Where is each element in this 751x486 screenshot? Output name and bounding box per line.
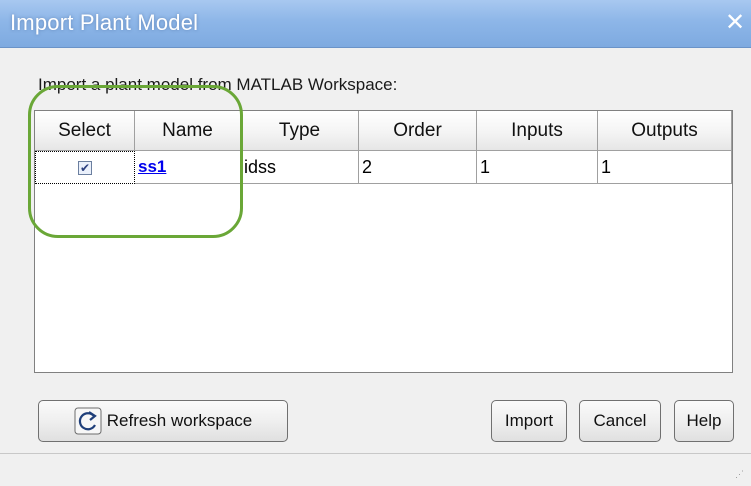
name-cell: ss1 — [135, 151, 241, 184]
column-header-order[interactable]: Order — [359, 111, 477, 151]
inputs-cell: 1 — [477, 151, 598, 184]
window-title: Import Plant Model — [10, 10, 199, 35]
table-header: Select Name Type Order Inputs Outputs — [35, 111, 732, 151]
help-button[interactable]: Help — [674, 400, 734, 442]
model-table: Select Name Type Order Inputs Outputs ✔ … — [34, 110, 733, 373]
column-header-select[interactable]: Select — [35, 111, 135, 151]
import-prompt: Import a plant model from MATLAB Workspa… — [38, 75, 398, 94]
checkmark-icon: ✔ — [79, 160, 91, 175]
close-icon[interactable]: ✕ — [725, 9, 751, 37]
resize-grip-icon[interactable]: ⋰ — [735, 470, 745, 480]
refresh-workspace-button[interactable]: Refresh workspace — [38, 400, 288, 442]
refresh-button-label: Refresh workspace — [106, 411, 253, 430]
select-cell[interactable]: ✔ — [35, 151, 135, 184]
model-name-link[interactable]: ss1 — [138, 157, 166, 177]
column-header-type[interactable]: Type — [241, 111, 359, 151]
refresh-icon — [74, 407, 102, 435]
cancel-button[interactable]: Cancel — [579, 400, 661, 442]
status-bar: ⋰ — [0, 453, 751, 486]
title-bar: Import Plant Model ✕ — [0, 0, 751, 48]
type-cell: idss — [241, 151, 359, 184]
column-header-name[interactable]: Name — [135, 111, 241, 151]
table-row[interactable]: ✔ ss1 idss 2 1 1 — [35, 151, 732, 184]
order-cell: 2 — [359, 151, 477, 184]
outputs-cell: 1 — [598, 151, 732, 184]
select-checkbox[interactable]: ✔ — [78, 160, 92, 175]
column-header-inputs[interactable]: Inputs — [477, 111, 598, 151]
column-header-outputs[interactable]: Outputs — [598, 111, 732, 151]
import-button[interactable]: Import — [491, 400, 567, 442]
